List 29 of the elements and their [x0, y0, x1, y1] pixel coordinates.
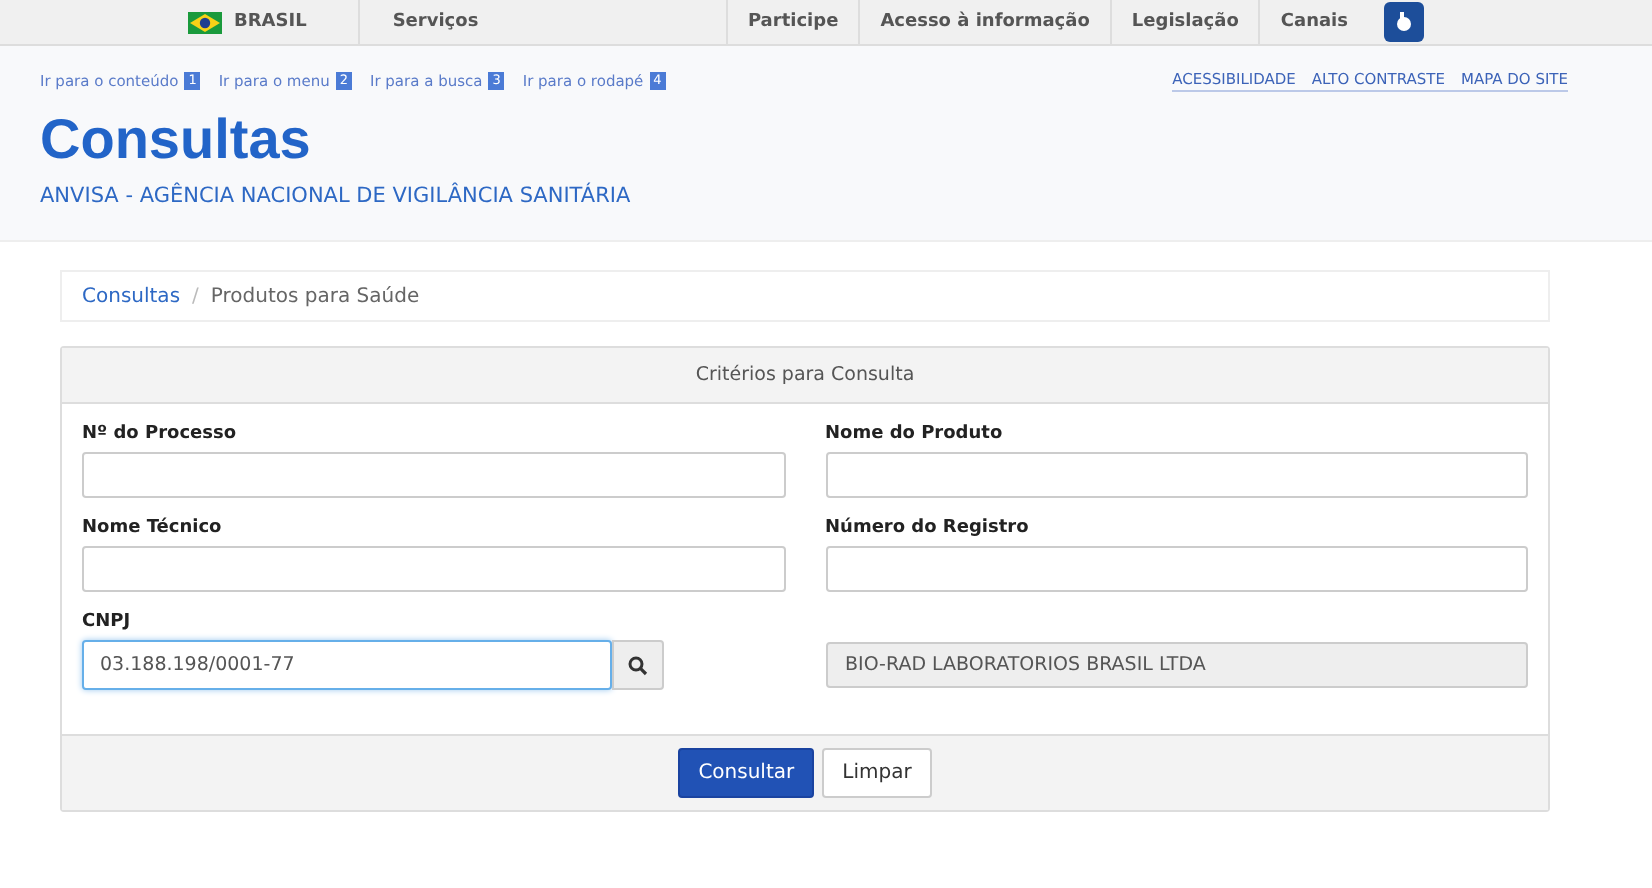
agency-name: ANVISA - AGÊNCIA NACIONAL DE VIGILÂNCIA SANITÁRIA	[40, 184, 631, 208]
nav-link[interactable]: Legislação	[1109, 0, 1259, 44]
clear-button[interactable]: Limpar	[822, 748, 932, 798]
breadcrumb-current: Produtos para Saúde	[210, 285, 420, 307]
panel-heading: Critérios para Consulta	[695, 364, 915, 386]
nav-link[interactable]: Serviços	[372, 0, 499, 44]
input-field[interactable]	[82, 452, 785, 498]
breadcrumb-separator: /	[192, 285, 199, 307]
nav-link[interactable]: Acesso à informação	[858, 0, 1110, 44]
nav-link[interactable]: Canais	[1258, 0, 1368, 44]
field-label: Número do Registro	[825, 518, 1031, 538]
accessibility-button[interactable]	[1384, 2, 1424, 42]
search-icon	[628, 655, 648, 675]
submit-button[interactable]: Consultar	[678, 748, 815, 798]
search-button[interactable]	[612, 640, 664, 690]
input-field[interactable]	[825, 452, 1528, 498]
country-label[interactable]: BRASIL	[234, 0, 361, 44]
field-label: Nº do Processo	[82, 424, 239, 444]
nav-link[interactable]: Participe	[725, 0, 859, 44]
field-label: Nome Técnico	[82, 518, 224, 538]
field-label: CNPJ	[82, 612, 133, 632]
cnpj-field[interactable]: 03.188.198/0001-77	[82, 640, 612, 690]
input-field[interactable]	[825, 546, 1528, 592]
flag-icon	[188, 11, 222, 33]
company-name-field: BIO-RAD LABORATORIOS BRASIL LTDA	[825, 642, 1528, 688]
breadcrumb-link[interactable]: Consultas	[82, 285, 181, 307]
field-label: Nome do Produto	[825, 424, 1005, 444]
input-field[interactable]	[82, 546, 785, 592]
page-title: Consultas	[40, 108, 313, 172]
